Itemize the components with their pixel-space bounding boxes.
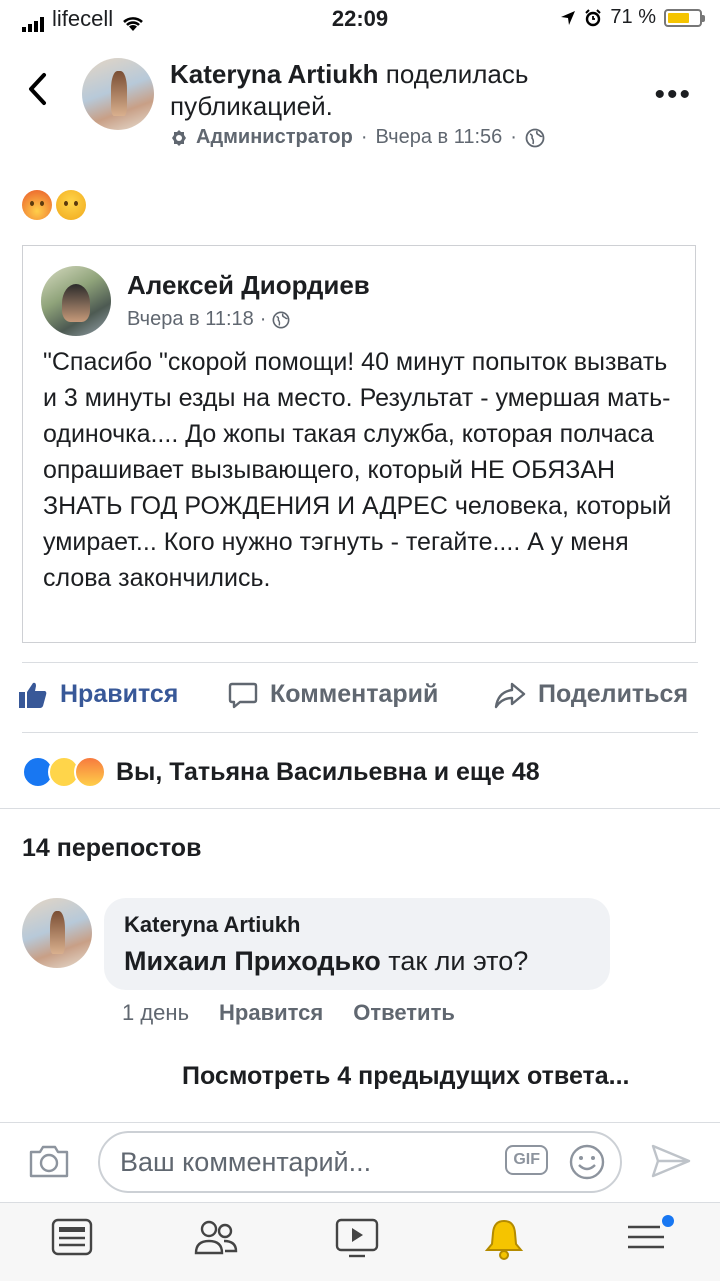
globe-icon: [525, 128, 545, 147]
notification-dot: [662, 1215, 674, 1227]
send-button[interactable]: [650, 1143, 692, 1184]
original-author-name[interactable]: Алексей Диордиев: [127, 270, 370, 301]
comment-reply-button[interactable]: Ответить: [353, 1000, 455, 1026]
tab-notifications[interactable]: [482, 1217, 530, 1265]
status-right: 71 %: [560, 6, 705, 29]
post-emoji-row: [22, 190, 86, 220]
share-arrow-icon: [494, 682, 526, 708]
original-post-timestamp[interactable]: Вчера в 11:18: [127, 308, 254, 331]
camera-button[interactable]: [28, 1143, 70, 1184]
alarm-icon: [585, 8, 602, 26]
shares-count[interactable]: 14 перепостов: [22, 834, 201, 863]
smiley-icon: [569, 1144, 605, 1180]
divider: [0, 808, 720, 809]
bottom-tab-bar: [0, 1202, 720, 1281]
like-button[interactable]: Нравится: [18, 680, 178, 709]
tab-menu[interactable]: [624, 1215, 674, 1265]
reactions-summary[interactable]: Вы, Татьяна Васильевна и еще 48: [22, 756, 540, 788]
video-play-icon: [335, 1218, 379, 1258]
sharer-avatar[interactable]: [82, 58, 154, 130]
share-button[interactable]: Поделиться: [494, 680, 688, 709]
camera-icon: [29, 1145, 69, 1178]
comment-age: 1 день: [122, 1000, 190, 1025]
post-timestamp[interactable]: Вчера в 11:56: [376, 126, 503, 149]
comment-composer: Ваш комментарий... GIF: [0, 1122, 720, 1203]
comment-label: Комментарий: [270, 680, 439, 708]
send-icon: [651, 1144, 691, 1178]
battery-icon: [664, 8, 705, 27]
mentioned-user[interactable]: Михаил Приходько: [124, 946, 381, 976]
commenter-avatar[interactable]: [22, 898, 92, 968]
reactions-text: Вы, Татьяна Васильевна и еще 48: [116, 757, 540, 786]
angry-reaction-icon: [74, 756, 106, 788]
bell-icon: [484, 1219, 524, 1260]
sharer-name[interactable]: Kateryna Artiukh: [170, 59, 379, 89]
back-button[interactable]: [26, 72, 48, 113]
comment-icon: [228, 682, 258, 708]
angry-face-icon: [22, 190, 52, 220]
gif-button[interactable]: GIF: [505, 1145, 548, 1175]
view-previous-replies[interactable]: Посмотреть 4 предыдущих ответа...: [182, 1062, 630, 1091]
news-feed-icon: [51, 1218, 93, 1256]
location-arrow-icon: [561, 10, 576, 25]
comment-bubble[interactable]: Kateryna Artiukh Михаил Приходько так ли…: [104, 898, 610, 990]
comment-like-button[interactable]: Нравится: [219, 1000, 323, 1026]
commenter-name[interactable]: Kateryna Artiukh: [124, 912, 300, 938]
comment-input[interactable]: Ваш комментарий... GIF: [98, 1131, 622, 1193]
comment-actions: 1 день Нравится Ответить: [122, 1000, 455, 1026]
friends-icon: [194, 1220, 238, 1255]
admin-badge-icon: [172, 129, 186, 146]
tab-news-feed[interactable]: [50, 1217, 98, 1265]
post-meta: Администратор · Вчера в 11:56 ·: [170, 126, 545, 149]
globe-icon: [272, 311, 290, 328]
battery-percent: 71 %: [610, 6, 656, 28]
tab-friends[interactable]: [192, 1217, 240, 1265]
admin-role: Администратор: [196, 126, 353, 148]
comment-body: так ли это?: [380, 946, 529, 976]
post-action-bar: Нравится Комментарий Поделиться: [0, 680, 720, 720]
comment-placeholder: Ваш комментарий...: [120, 1147, 372, 1177]
divider: [22, 662, 698, 663]
comment-text: Михаил Приходько так ли это?: [124, 946, 528, 977]
share-label: Поделиться: [538, 680, 689, 708]
chevron-left-icon: [29, 73, 46, 105]
original-author-avatar[interactable]: [41, 266, 111, 336]
crying-face-icon: [56, 190, 86, 220]
more-options-button[interactable]: •••: [654, 78, 692, 112]
original-post-text: "Спасибо "скорой помощи! 40 минут попыто…: [43, 348, 672, 592]
tab-watch[interactable]: [334, 1217, 382, 1265]
divider: [22, 732, 698, 733]
original-post-meta: Вчера в 11:18 ·: [127, 308, 290, 331]
status-bar: lifecell 22:09 71 %: [0, 0, 720, 36]
emoji-button[interactable]: [568, 1143, 606, 1186]
shared-post-card[interactable]: Алексей Диордиев Вчера в 11:18 · "Спасиб…: [22, 245, 696, 643]
thumbs-up-icon: [19, 682, 47, 708]
comment-button[interactable]: Комментарий: [228, 680, 438, 709]
post-header-title: Kateryna Artiukh поделилась публикацией.: [170, 58, 610, 122]
like-label: Нравится: [60, 680, 179, 708]
